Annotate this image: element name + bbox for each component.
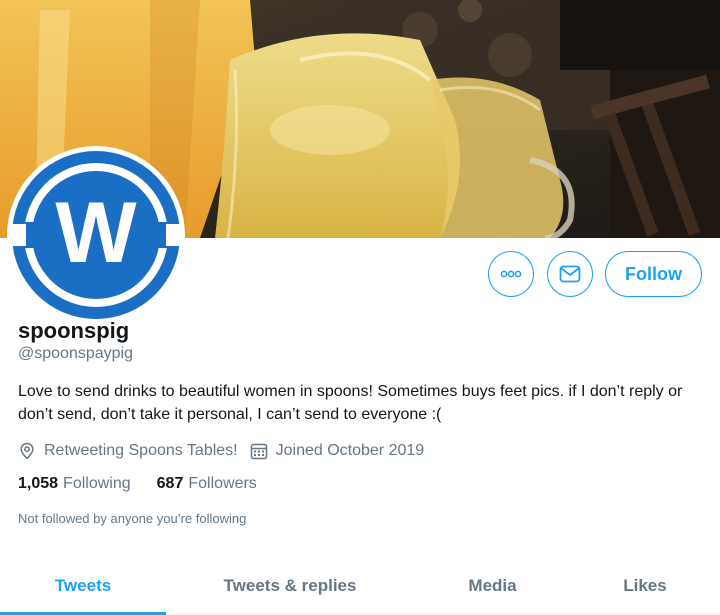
profile-tabs: Tweets Tweets & replies Media Likes [0, 558, 720, 615]
tab-media[interactable]: Media [420, 558, 565, 614]
following-count: 1,058 [18, 475, 59, 492]
profile-meta: Retweeting Spoons Tables! Joined October… [18, 439, 424, 463]
following-label: Following [63, 475, 131, 492]
user-handle: @spoonspaypig [18, 345, 133, 362]
more-options-button[interactable] [488, 251, 534, 297]
followers-link[interactable]: 687 Followers [157, 475, 257, 493]
joined-item: Joined October 2019 [250, 442, 425, 460]
display-name: spoonspig [18, 318, 130, 343]
location-text: Retweeting Spoons Tables! [44, 442, 238, 459]
envelope-icon [559, 265, 581, 283]
following-link[interactable]: 1,058 Following [18, 475, 131, 493]
calendar-icon [250, 443, 267, 460]
follow-button[interactable]: Follow [605, 251, 702, 297]
tab-likes[interactable]: Likes [575, 558, 715, 614]
more-dots-icon [500, 270, 522, 278]
wetherspoons-logo: W [12, 151, 180, 319]
followers-count: 687 [156, 475, 184, 492]
location-pin-icon [20, 442, 34, 460]
joined-text: Joined October 2019 [275, 442, 425, 459]
location-item: Retweeting Spoons Tables! [18, 442, 238, 460]
tab-tweets-and-replies[interactable]: Tweets & replies [180, 558, 400, 614]
tab-tweets[interactable]: Tweets [0, 558, 166, 614]
followed-by-note: Not followed by anyone you’re following [18, 511, 247, 526]
follow-counts: 1,058 Following 687 Followers [18, 475, 283, 493]
svg-text:W: W [55, 185, 137, 281]
profile-bio: Love to send drinks to beautiful women i… [18, 383, 683, 423]
profile-avatar[interactable]: W [7, 146, 185, 324]
message-button[interactable] [547, 251, 593, 297]
followers-label: Followers [188, 475, 257, 492]
